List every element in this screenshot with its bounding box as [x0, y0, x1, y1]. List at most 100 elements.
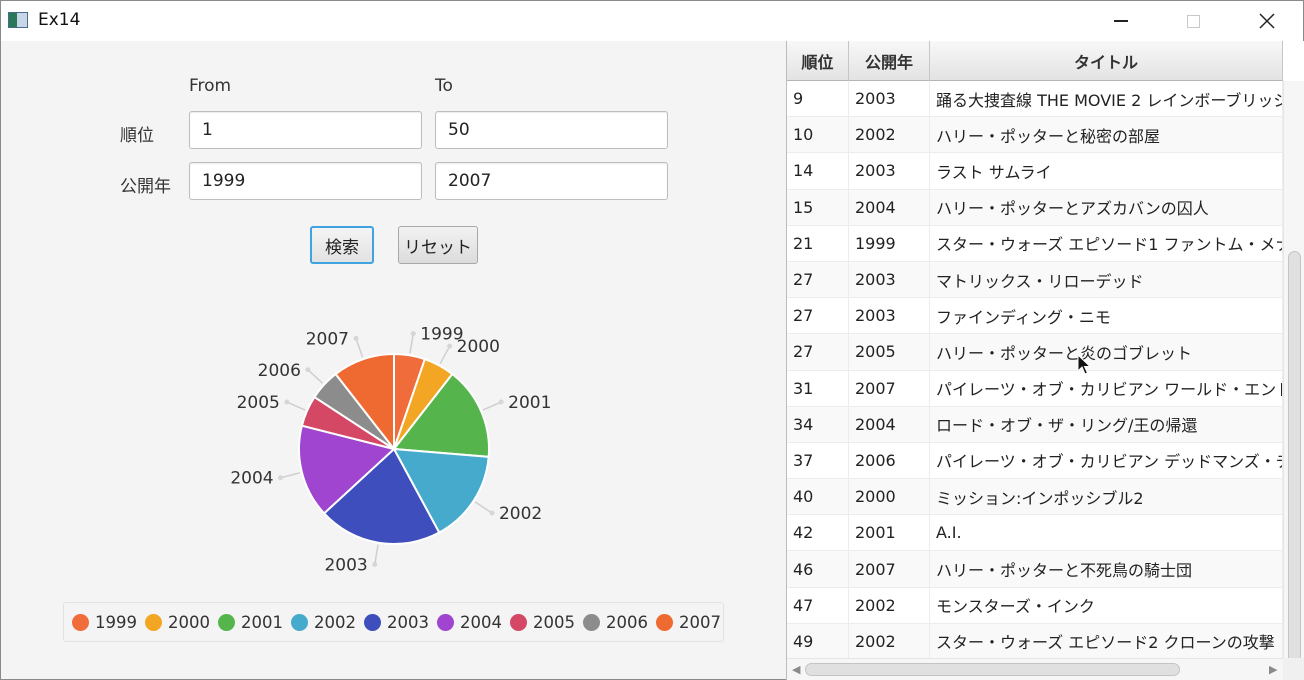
table-row[interactable]: 46 2007 ハリー・ポッターと不死鳥の騎士団: [787, 551, 1283, 588]
close-button[interactable]: [1243, 1, 1291, 41]
column-header-rank[interactable]: 順位: [787, 41, 849, 81]
cell-year: 2002: [849, 117, 930, 153]
cell-rank: 46: [787, 551, 849, 587]
close-icon: [1259, 13, 1275, 29]
from-label: From: [189, 76, 232, 96]
label-leader-dot: [305, 367, 311, 373]
year-from-input[interactable]: 1999: [189, 162, 422, 200]
table-row[interactable]: 27 2003 マトリックス・リローデッド: [787, 261, 1283, 299]
label-leader-line: [409, 333, 414, 354]
table-body: 92003踊る大捜査線 THE MOVIE 2 レインボーブリッジを封鎖せよ！1…: [787, 81, 1283, 680]
cell-title: ロード・オブ・ザ・リング/王の帰還: [930, 406, 1283, 442]
cell-title: ハリー・ポッターとアズカバンの囚人: [930, 189, 1283, 225]
app-window: Ex14 From To 順位 1 50 公開年 1999 2007 検索 リセ…: [0, 0, 1304, 680]
rank-to-input[interactable]: 50: [435, 111, 668, 149]
table-row[interactable]: 14 2003 ラスト サムライ: [787, 153, 1283, 190]
cell-title: ファインディング・ニモ: [930, 298, 1283, 334]
cell-title: A.I.: [930, 515, 1283, 551]
table-header: 順位 公開年 タイトル: [787, 41, 1283, 81]
cell-rank: 31: [787, 370, 849, 406]
legend-label: 2007: [679, 612, 721, 632]
table-row[interactable]: 92003踊る大捜査線 THE MOVIE 2 レインボーブリッジを封鎖せよ！: [787, 81, 1283, 118]
minimize-button[interactable]: [1097, 1, 1145, 41]
cell-year: 2004: [849, 189, 930, 225]
cell-rank: 9: [787, 81, 849, 117]
table-row[interactable]: 40 2000 ミッション:インポッシブル2: [787, 479, 1283, 516]
vertical-scroll-thumb[interactable]: [1288, 251, 1301, 680]
scroll-right-icon[interactable]: ▶: [1269, 663, 1277, 676]
legend-marker: [145, 613, 162, 631]
reset-button[interactable]: リセット: [398, 226, 478, 264]
scroll-corner: [1283, 658, 1304, 680]
table-row[interactable]: 49 2002 スター・ウォーズ エピソード2 クローンの攻撃: [787, 623, 1283, 660]
cell-title: ハリー・ポッターと炎のゴブレット: [930, 334, 1283, 370]
cell-rank: 40: [787, 479, 849, 515]
label-leader-dot: [372, 561, 378, 567]
pie-label-2000: 2000: [457, 337, 500, 357]
to-label: To: [435, 76, 453, 96]
rank-from-input[interactable]: 1: [189, 111, 422, 149]
cell-year: 2003: [849, 153, 930, 189]
cell-rank: 42: [787, 515, 849, 551]
legend-label: 1999: [95, 612, 137, 632]
horizontal-scroll-thumb[interactable]: [805, 663, 1180, 676]
cell-year: 2007: [849, 370, 930, 406]
label-leader-dot: [353, 335, 359, 341]
cell-title: 踊る大捜査線 THE MOVIE 2 レインボーブリッジを封鎖せよ！: [930, 81, 1283, 117]
legend-marker: [364, 613, 381, 631]
cell-year: 1999: [849, 225, 930, 261]
year-to-input[interactable]: 2007: [435, 162, 668, 200]
table-row[interactable]: 47 2002 モンスターズ・インク: [787, 587, 1283, 624]
mouse-cursor-icon: [1077, 354, 1092, 375]
label-leader-line: [280, 472, 301, 479]
cell-title: ハリー・ポッターと秘密の部屋: [930, 117, 1283, 153]
cell-title: モンスターズ・インク: [930, 587, 1283, 623]
legend-item-2003: 2003: [364, 613, 429, 632]
cell-year: 2003: [849, 81, 930, 117]
pie-label-2002: 2002: [499, 504, 542, 524]
table-row[interactable]: 27 2003 ファインディング・ニモ: [787, 298, 1283, 335]
label-leader-dot: [489, 510, 495, 516]
cell-title: ハリー・ポッターと不死鳥の騎士団: [930, 551, 1283, 587]
legend-item-2007: 2007: [656, 613, 721, 632]
minimize-icon: [1114, 20, 1128, 22]
cell-title: マトリックス・リローデッド: [930, 261, 1283, 298]
horizontal-scrollbar[interactable]: ◀ ▶: [787, 658, 1283, 680]
window-title: Ex14: [38, 10, 81, 30]
cell-year: 2002: [849, 587, 930, 623]
maximize-button[interactable]: [1169, 1, 1217, 41]
label-leader-dot: [278, 475, 284, 481]
column-header-title[interactable]: タイトル: [930, 41, 1283, 81]
legend-label: 2003: [387, 612, 429, 632]
column-header-year[interactable]: 公開年: [849, 41, 930, 81]
table-row[interactable]: 31 2007 パイレーツ・オブ・カリビアン ワールド・エンド: [787, 370, 1283, 407]
legend-marker: [437, 613, 454, 631]
search-button[interactable]: 検索: [310, 226, 374, 264]
legend-marker: [291, 613, 308, 631]
legend-label: 2001: [241, 612, 283, 632]
table-row[interactable]: 42 2001 A.I.: [787, 515, 1283, 552]
pie-label-2007: 2007: [306, 329, 349, 349]
cell-rank: 27: [787, 298, 849, 334]
table-row[interactable]: 21 1999 スター・ウォーズ エピソード1 ファントム・メナス: [787, 225, 1283, 262]
cell-rank: 27: [787, 261, 849, 298]
pie-label-2005: 2005: [237, 393, 280, 413]
cell-rank: 34: [787, 406, 849, 442]
vertical-scrollbar[interactable]: [1283, 81, 1304, 680]
table-row[interactable]: 10 2002 ハリー・ポッターと秘密の部屋: [787, 117, 1283, 154]
legend-item-2004: 2004: [437, 613, 502, 632]
table-row[interactable]: 15 2004 ハリー・ポッターとアズカバンの囚人: [787, 189, 1283, 226]
title-bar[interactable]: Ex14: [1, 1, 1303, 41]
table-row[interactable]: 27 2005 ハリー・ポッターと炎のゴブレット: [787, 334, 1283, 371]
cell-title: スター・ウォーズ エピソード2 クローンの攻撃: [930, 623, 1283, 659]
label-leader-line: [482, 401, 502, 411]
table-row[interactable]: 34 2004 ロード・オブ・ザ・リング/王の帰還: [787, 406, 1283, 443]
cell-year: 2002: [849, 623, 930, 659]
rank-label: 順位: [120, 126, 154, 146]
table-row[interactable]: 372006パイレーツ・オブ・カリビアン デッドマンズ・チェスト: [787, 442, 1283, 480]
cell-rank: 21: [787, 225, 849, 261]
cell-rank: 15: [787, 189, 849, 225]
cell-rank: 47: [787, 587, 849, 623]
scroll-left-icon[interactable]: ◀: [792, 663, 800, 676]
cell-title: スター・ウォーズ エピソード1 ファントム・メナス: [930, 225, 1283, 261]
